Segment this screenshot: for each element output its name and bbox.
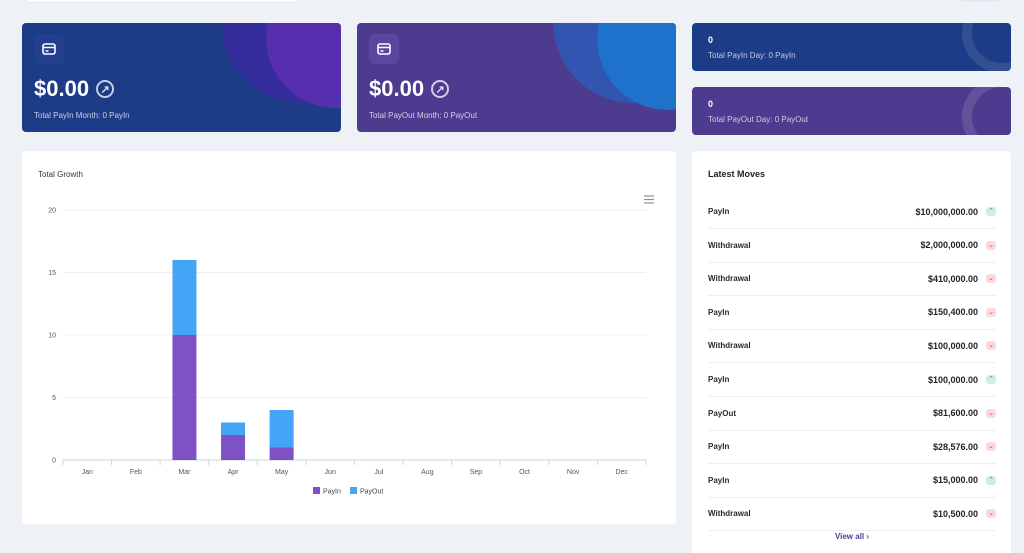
payin-day-card: 0 Total PayIn Day: 0 PayIn [692, 23, 1011, 71]
legend-swatch [313, 487, 320, 494]
payin-day-label: Total PayIn Day: 0 PayIn [708, 51, 796, 60]
chevron-down-icon: ⌄ [986, 274, 996, 284]
move-label: Withdrawal [708, 509, 751, 519]
move-row[interactable]: PayIn $15,000.00 ⌃ [708, 464, 996, 498]
x-tick-label: Jun [325, 469, 336, 476]
y-tick-label: 10 [48, 333, 56, 340]
move-row[interactable]: Withdrawal $410,000.00 ⌄ [708, 262, 996, 297]
move-amount: $100,000.00 [927, 374, 978, 385]
move-row[interactable]: Withdrawal $2,000,000.00 ⌄ [708, 229, 996, 263]
move-amount: $10,000,000.00 [915, 206, 978, 217]
legend-item-payin[interactable]: PayIn [313, 487, 341, 496]
view-all-link[interactable]: View all › [692, 532, 1012, 541]
move-row[interactable]: PayIn $150,400.00 ⌄ [708, 296, 996, 330]
move-label: Withdrawal [708, 274, 751, 284]
chevron-up-icon: ⌃ [986, 375, 996, 384]
move-row[interactable]: PayIn $10,000,000.00 ⌃ [708, 195, 996, 229]
payout-month-amount: $0.00 ↗ [369, 76, 450, 102]
latest-moves-title: Latest Moves [708, 169, 766, 179]
move-label: Withdrawal [708, 240, 751, 250]
growth-chart: 0 5 10 15 20 Jan Feb Mar Apr May Jun Jul Aug Sep Oct N… [48, 195, 654, 496]
y-tick-label: 20 [48, 208, 56, 215]
arrow-up-right-icon[interactable]: ↗ [431, 80, 450, 98]
latest-moves-panel: Latest Moves PayIn $10,000,000.00 ⌃ Withdra… [692, 151, 1011, 553]
move-amount: $100,000.00 [927, 340, 978, 351]
payin-month-card: $0.00 ↗ Total PayIn Month: 0 PayIn [22, 23, 341, 132]
chevron-down-icon: ⌄ [986, 341, 996, 351]
move-amount: $81,600.00 [932, 408, 978, 419]
chevron-up-icon: ⌃ [986, 475, 996, 485]
move-row[interactable]: PayIn $100,000.00 ⌃ [708, 363, 996, 397]
move-label: PayIn [708, 375, 730, 384]
legend-swatch [350, 487, 357, 494]
chevron-down-icon: ⌄ [986, 509, 996, 519]
y-tick-label: 5 [52, 395, 56, 402]
menu-icon[interactable] [644, 195, 654, 204]
y-tick-label: 0 [52, 458, 56, 465]
move-amount: $15,000.00 [932, 475, 978, 486]
move-label: PayIn [708, 475, 730, 485]
bar-payin[interactable] [269, 447, 294, 461]
move-label: Withdrawal [708, 341, 751, 351]
x-tick-label: May [275, 469, 289, 476]
move-label: PayIn [708, 442, 730, 452]
payin-month-label: Total PayIn Month: 0 PayIn [34, 111, 130, 120]
bar-payout[interactable] [172, 260, 197, 335]
x-tick-label: Dec [615, 469, 628, 476]
move-label: PayIn [708, 307, 730, 317]
chevron-down-icon: ⌄ [986, 442, 996, 452]
chevron-up-icon: ⌃ [986, 207, 996, 216]
move-row[interactable]: Withdrawal $100,000.00 ⌄ [708, 329, 996, 364]
payout-day-label: Total PayOut Day: 0 PayOut [708, 115, 809, 124]
bar-payout[interactable] [269, 410, 294, 448]
bar-payin[interactable] [221, 435, 246, 460]
amount-value: $0.00 [34, 76, 90, 101]
x-tick-label: Aug [421, 469, 434, 476]
payout-month-label: Total PayOut Month: 0 PayOut [369, 111, 478, 120]
move-amount: $410,000.00 [927, 273, 978, 284]
card-icon [34, 34, 64, 64]
legend-label: PayOut [360, 489, 383, 496]
card-decoration [962, 23, 1011, 71]
chevron-down-icon: ⌄ [986, 307, 996, 317]
x-tick-label: Apr [228, 469, 240, 476]
x-tick-label: Jul [374, 469, 383, 476]
view-all-label: View all [834, 532, 865, 541]
x-tick-label: Mar [178, 469, 191, 476]
bar-payout[interactable] [221, 422, 246, 436]
legend-item-payout[interactable]: PayOut [350, 487, 383, 496]
x-tick-label: Sep [470, 469, 483, 476]
move-amount: $150,400.00 [927, 307, 978, 318]
move-label: PayOut [708, 408, 737, 418]
growth-panel: Total Growth 0 5 10 15 20 Jan Feb Mar Apr May Jun… [22, 151, 676, 524]
card-decoration [962, 87, 1011, 135]
x-tick-label: Jan [82, 469, 93, 476]
arrow-up-right-icon[interactable]: ↗ [96, 80, 115, 98]
x-tick-label: Nov [567, 469, 580, 476]
y-tick-label: 15 [48, 270, 56, 277]
bar-payin[interactable] [172, 335, 197, 460]
move-label: PayIn [708, 207, 730, 216]
x-tick-label: Oct [519, 469, 530, 476]
profile-button[interactable] [958, 0, 1002, 2]
move-amount: $28,576.00 [932, 441, 978, 452]
legend-label: PayIn [323, 489, 341, 496]
move-amount: $2,000,000.00 [920, 240, 978, 251]
payout-day-card: 0 Total PayOut Day: 0 PayOut [692, 87, 1011, 135]
card-icon [369, 34, 399, 64]
chevron-down-icon: ⌄ [986, 240, 996, 250]
chevron-down-icon: ⌄ [986, 408, 996, 418]
amount-value: $0.00 [369, 76, 425, 101]
chevron-right-icon: › [866, 532, 870, 541]
payout-month-card: $0.00 ↗ Total PayOut Month: 0 PayOut [357, 23, 676, 132]
move-row[interactable]: PayOut $81,600.00 ⌄ [708, 397, 996, 431]
search-input[interactable] [24, 0, 299, 2]
payout-day-value: 0 [708, 99, 714, 109]
payin-day-value: 0 [708, 35, 714, 45]
move-row[interactable]: PayIn $28,576.00 ⌄ [708, 430, 996, 465]
x-tick-label: Feb [130, 469, 142, 476]
move-amount: $10,500.00 [932, 508, 978, 519]
move-row[interactable]: Withdrawal $10,500.00 ⌄ [708, 497, 996, 532]
payin-month-amount: $0.00 ↗ [34, 76, 115, 102]
